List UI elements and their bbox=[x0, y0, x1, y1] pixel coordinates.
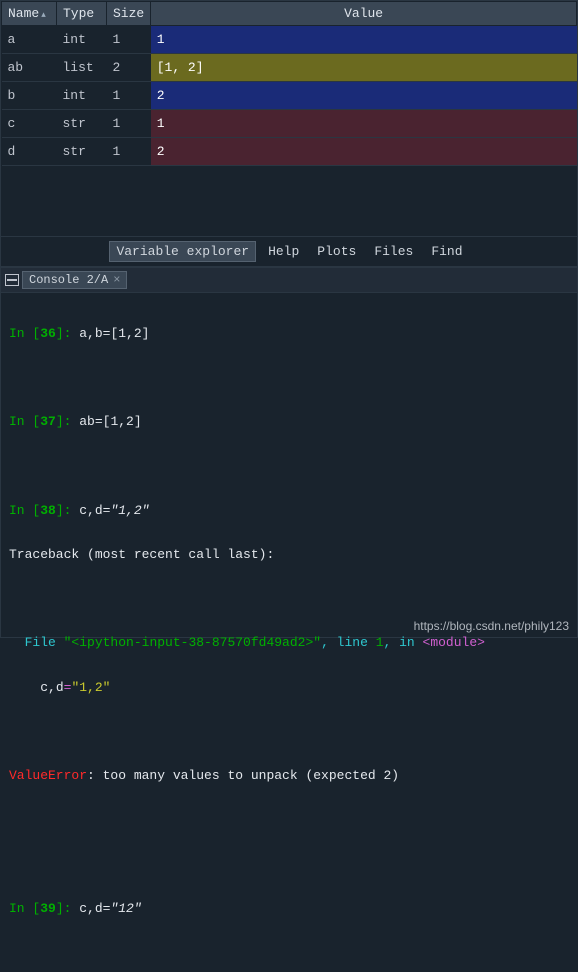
cell-type: list bbox=[57, 54, 107, 82]
error-type: ValueError bbox=[9, 768, 87, 783]
prompt-num: 38 bbox=[40, 503, 56, 518]
variable-explorer-table: Name Type Size Value aint11ablist2[1, 2]… bbox=[1, 1, 577, 166]
tab-help[interactable]: Help bbox=[262, 242, 305, 261]
cell-type: int bbox=[57, 26, 107, 54]
cell-name: c bbox=[2, 110, 57, 138]
prompt-close: ]: bbox=[56, 414, 79, 429]
cell-name: b bbox=[2, 82, 57, 110]
prompt-in: In [ bbox=[9, 414, 40, 429]
close-icon[interactable]: × bbox=[113, 273, 120, 287]
col-header-size[interactable]: Size bbox=[107, 2, 151, 26]
table-header-row: Name Type Size Value bbox=[2, 2, 577, 26]
table-row[interactable]: dstr12 bbox=[2, 138, 577, 166]
cell-value[interactable]: [1, 2] bbox=[151, 54, 577, 82]
cell-size: 1 bbox=[107, 110, 151, 138]
prompt-in: In [ bbox=[9, 901, 40, 916]
prompt-close: ]: bbox=[56, 901, 79, 916]
prompt-num: 37 bbox=[40, 414, 56, 429]
tb-src-eq: = bbox=[64, 680, 72, 695]
col-header-type[interactable]: Type bbox=[57, 2, 107, 26]
tb-src-str: "1,2" bbox=[71, 680, 110, 695]
tb-src-vars: c,d bbox=[9, 680, 64, 695]
table-row[interactable]: bint12 bbox=[2, 82, 577, 110]
kernel-icon[interactable] bbox=[5, 274, 19, 286]
cell-name: a bbox=[2, 26, 57, 54]
console-tab-bar: Console 2/A × bbox=[1, 268, 577, 293]
prompt-in: In [ bbox=[9, 326, 40, 341]
code-string: "12" bbox=[110, 901, 141, 916]
table-row[interactable]: aint11 bbox=[2, 26, 577, 54]
cell-type: int bbox=[57, 82, 107, 110]
traceback-label: Traceback bbox=[9, 547, 87, 562]
watermark: https://blog.csdn.net/phily123 bbox=[414, 619, 569, 633]
tab-files[interactable]: Files bbox=[368, 242, 419, 261]
tab-variable-explorer[interactable]: Variable explorer bbox=[109, 241, 256, 262]
cell-size: 2 bbox=[107, 54, 151, 82]
cell-name: d bbox=[2, 138, 57, 166]
code-fragment: c,d= bbox=[79, 901, 110, 916]
code-line: a,b=[1,2] bbox=[79, 326, 149, 341]
prompt-close: ]: bbox=[56, 503, 79, 518]
prompt-num: 39 bbox=[40, 901, 56, 916]
console-tab-label: Console 2/A bbox=[29, 273, 108, 287]
tab-find[interactable]: Find bbox=[425, 242, 468, 261]
explorer-empty-area bbox=[1, 166, 577, 236]
cell-size: 1 bbox=[107, 26, 151, 54]
code-string: "1,2" bbox=[110, 503, 149, 518]
prompt-num: 36 bbox=[40, 326, 56, 341]
col-header-value[interactable]: Value bbox=[151, 2, 577, 26]
prompt-in: In [ bbox=[9, 503, 40, 518]
cell-size: 1 bbox=[107, 82, 151, 110]
table-row[interactable]: cstr11 bbox=[2, 110, 577, 138]
cell-type: str bbox=[57, 110, 107, 138]
cell-type: str bbox=[57, 138, 107, 166]
traceback-sub: (most recent call last) bbox=[87, 547, 266, 562]
tab-plots[interactable]: Plots bbox=[311, 242, 362, 261]
table-row[interactable]: ablist2[1, 2] bbox=[2, 54, 577, 82]
cell-value[interactable]: 1 bbox=[151, 110, 577, 138]
cell-size: 1 bbox=[107, 138, 151, 166]
cell-value[interactable]: 2 bbox=[151, 138, 577, 166]
code-fragment: c,d= bbox=[79, 503, 110, 518]
code-line: ab=[1,2] bbox=[79, 414, 141, 429]
console-tab[interactable]: Console 2/A × bbox=[22, 271, 127, 289]
cell-name: ab bbox=[2, 54, 57, 82]
col-header-name[interactable]: Name bbox=[2, 2, 57, 26]
error-msg: too many values to unpack (expected 2) bbox=[103, 768, 399, 783]
error-colon: : bbox=[87, 768, 103, 783]
prompt-close: ]: bbox=[56, 326, 79, 341]
pane-tab-bar: Variable explorer Help Plots Files Find bbox=[1, 236, 577, 266]
cell-value[interactable]: 1 bbox=[151, 26, 577, 54]
traceback-colon: : bbox=[266, 547, 274, 562]
cell-value[interactable]: 2 bbox=[151, 82, 577, 110]
